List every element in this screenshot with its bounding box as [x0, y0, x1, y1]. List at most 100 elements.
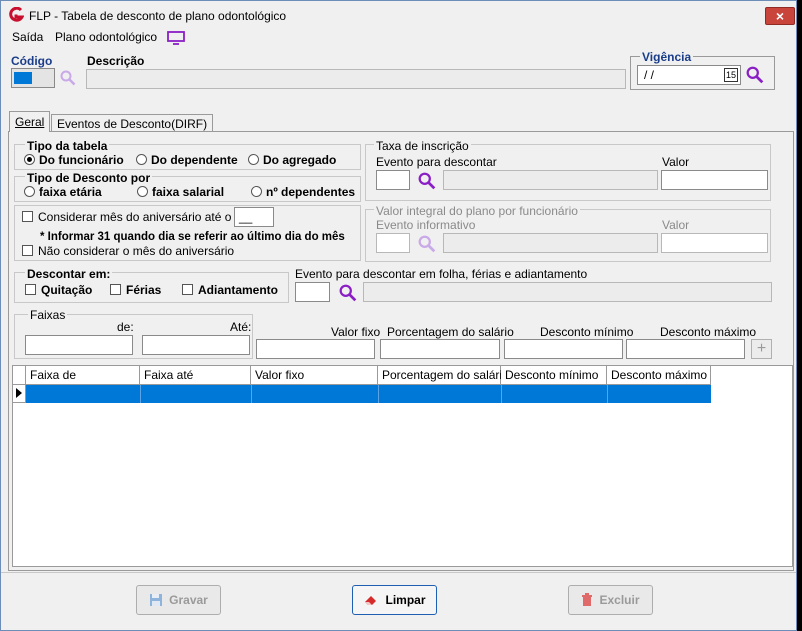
radio-faixa-etaria-label: faixa etária	[39, 185, 102, 199]
excluir-label: Excluir	[599, 593, 640, 607]
tab-geral-label: Geral	[15, 115, 45, 129]
considerar-aniversario-checkbox[interactable]: Considerar mês do aniversário até o dia	[22, 210, 251, 224]
radio-n-dependentes[interactable]: nº dependentes	[251, 185, 355, 199]
taxa-inscricao-label: Taxa de inscrição	[374, 139, 471, 153]
codigo-field[interactable]	[11, 68, 55, 88]
aniversario-dia-value: __	[239, 210, 253, 224]
faixa-ate-field[interactable]	[142, 335, 250, 355]
taxa-evento-field[interactable]	[376, 170, 410, 190]
porcentagem-salario-label: Porcentagem do salário	[387, 325, 514, 339]
tab-eventos-desconto[interactable]: Eventos de Desconto(DIRF)	[51, 114, 214, 132]
cell-divider	[378, 385, 379, 403]
excluir-button[interactable]: Excluir	[568, 585, 653, 615]
checkbox-icon	[22, 245, 33, 256]
grid-header-porcentagem[interactable]: Porcentagem do salário	[378, 366, 509, 385]
tipo-desconto-label: Tipo de Desconto por	[25, 171, 153, 185]
valor-fixo-field[interactable]	[256, 339, 375, 359]
desconto-maximo-label: Desconto máximo	[660, 325, 757, 339]
radio-unchecked-icon	[251, 186, 262, 197]
row-pointer-icon	[16, 388, 22, 398]
trash-icon	[582, 593, 593, 606]
nao-considerar-aniversario-label: Não considerar o mês do aniversário	[38, 244, 235, 258]
calendar-icon[interactable]: 15	[724, 68, 738, 82]
gravar-button[interactable]: Gravar	[136, 585, 221, 615]
radio-faixa-salarial[interactable]: faixa salarial	[137, 185, 224, 199]
evento-folha-field[interactable]	[295, 282, 330, 302]
valor-integral-evento-field[interactable]	[376, 233, 410, 253]
tab-geral[interactable]: Geral	[9, 111, 51, 132]
valor-integral-descricao-field	[443, 233, 658, 253]
ferias-checkbox[interactable]: Férias	[110, 283, 161, 297]
codigo-label: Código	[11, 54, 53, 68]
limpar-button[interactable]: Limpar	[352, 585, 437, 615]
desconto-maximo-field[interactable]	[626, 339, 745, 359]
window-title: FLP - Tabela de desconto de plano odonto…	[29, 9, 287, 23]
evento-folha-label: Evento para descontar em folha, férias e…	[295, 267, 588, 281]
radio-do-dependente[interactable]: Do dependente	[136, 153, 238, 167]
tipo-tabela-label: Tipo da tabela	[25, 139, 110, 153]
checkbox-icon	[25, 284, 36, 295]
aniversario-info-text: * Informar 31 quando dia se referir ao ú…	[40, 231, 345, 243]
grid-header-faixa-ate[interactable]: Faixa até	[140, 366, 251, 385]
quitacao-checkbox[interactable]: Quitação	[25, 283, 92, 297]
cell-divider	[251, 385, 252, 403]
tab-eventos-label: Eventos de Desconto(DIRF)	[57, 117, 208, 131]
cell-divider	[607, 385, 608, 403]
grid-header-valor-fixo[interactable]: Valor fixo	[251, 366, 378, 385]
valor-integral-evento-label: Evento informativo	[376, 218, 476, 232]
limpar-label: Limpar	[385, 593, 426, 607]
search-valor-integral-icon[interactable]	[418, 235, 436, 253]
grid-header-desconto-minimo[interactable]: Desconto mínimo	[501, 366, 607, 385]
radio-do-agregado[interactable]: Do agregado	[248, 153, 336, 167]
monitor-icon[interactable]	[167, 31, 185, 45]
faixas-label: Faixas	[28, 308, 68, 322]
nao-considerar-aniversario-checkbox[interactable]: Não considerar o mês do aniversário	[22, 244, 234, 258]
valor-integral-valor-label: Valor	[662, 218, 690, 232]
app-logo-icon	[9, 7, 24, 22]
screen-edge	[797, 0, 802, 631]
descricao-field[interactable]	[86, 69, 626, 89]
aniversario-dia-field[interactable]: __	[234, 207, 274, 227]
save-icon	[150, 594, 163, 606]
menu-plano-odontologico[interactable]: Plano odontológico	[55, 30, 157, 44]
faixa-ate-label: Até:	[230, 320, 252, 334]
taxa-evento-label: Evento para descontar	[376, 155, 497, 169]
gravar-label: Gravar	[169, 593, 208, 607]
title-bar: FLP - Tabela de desconto de plano odonto…	[1, 1, 796, 29]
grid-header-faixa-de[interactable]: Faixa de	[26, 366, 140, 385]
adiantamento-checkbox[interactable]: Adiantamento	[182, 283, 278, 297]
radio-do-funcionario[interactable]: Do funcionário	[24, 153, 124, 167]
descricao-label: Descrição	[87, 54, 145, 68]
considerar-aniversario-label: Considerar mês do aniversário até o dia	[38, 210, 251, 224]
search-vigencia-icon[interactable]	[746, 66, 764, 84]
taxa-evento-descricao-field	[443, 170, 658, 190]
taxa-valor-field[interactable]	[661, 170, 768, 190]
radio-n-dependentes-label: nº dependentes	[266, 185, 356, 199]
divider	[1, 572, 796, 573]
checkbox-icon	[110, 284, 121, 295]
valor-fixo-label: Valor fixo	[331, 325, 381, 339]
close-button[interactable]: ×	[765, 7, 795, 25]
table-row[interactable]	[26, 385, 711, 403]
search-evento-folha-icon[interactable]	[339, 284, 357, 302]
grid-header-desconto-maximo[interactable]: Desconto máximo	[607, 366, 711, 385]
grid-corner	[13, 366, 26, 385]
valor-integral-valor-field[interactable]	[661, 233, 768, 253]
radio-unchecked-icon	[137, 186, 148, 197]
checkbox-icon	[182, 284, 193, 295]
faixas-grid[interactable]: Faixa de Faixa até Valor fixo Porcentage…	[12, 365, 793, 567]
ferias-label: Férias	[126, 283, 162, 297]
porcentagem-salario-field[interactable]	[380, 339, 500, 359]
menu-saida[interactable]: Saída	[12, 30, 43, 44]
cell-divider	[501, 385, 502, 403]
radio-faixa-etaria[interactable]: faixa etária	[24, 185, 102, 199]
radio-checked-icon	[24, 154, 35, 165]
desconto-minimo-field[interactable]	[504, 339, 623, 359]
radio-unchecked-icon	[24, 186, 35, 197]
vigencia-label: Vigência	[640, 50, 694, 64]
search-codigo-icon[interactable]	[60, 70, 76, 86]
add-faixa-button[interactable]: +	[751, 339, 772, 359]
adiantamento-label: Adiantamento	[198, 283, 279, 297]
search-taxa-evento-icon[interactable]	[418, 172, 436, 190]
faixa-de-field[interactable]	[25, 335, 133, 355]
